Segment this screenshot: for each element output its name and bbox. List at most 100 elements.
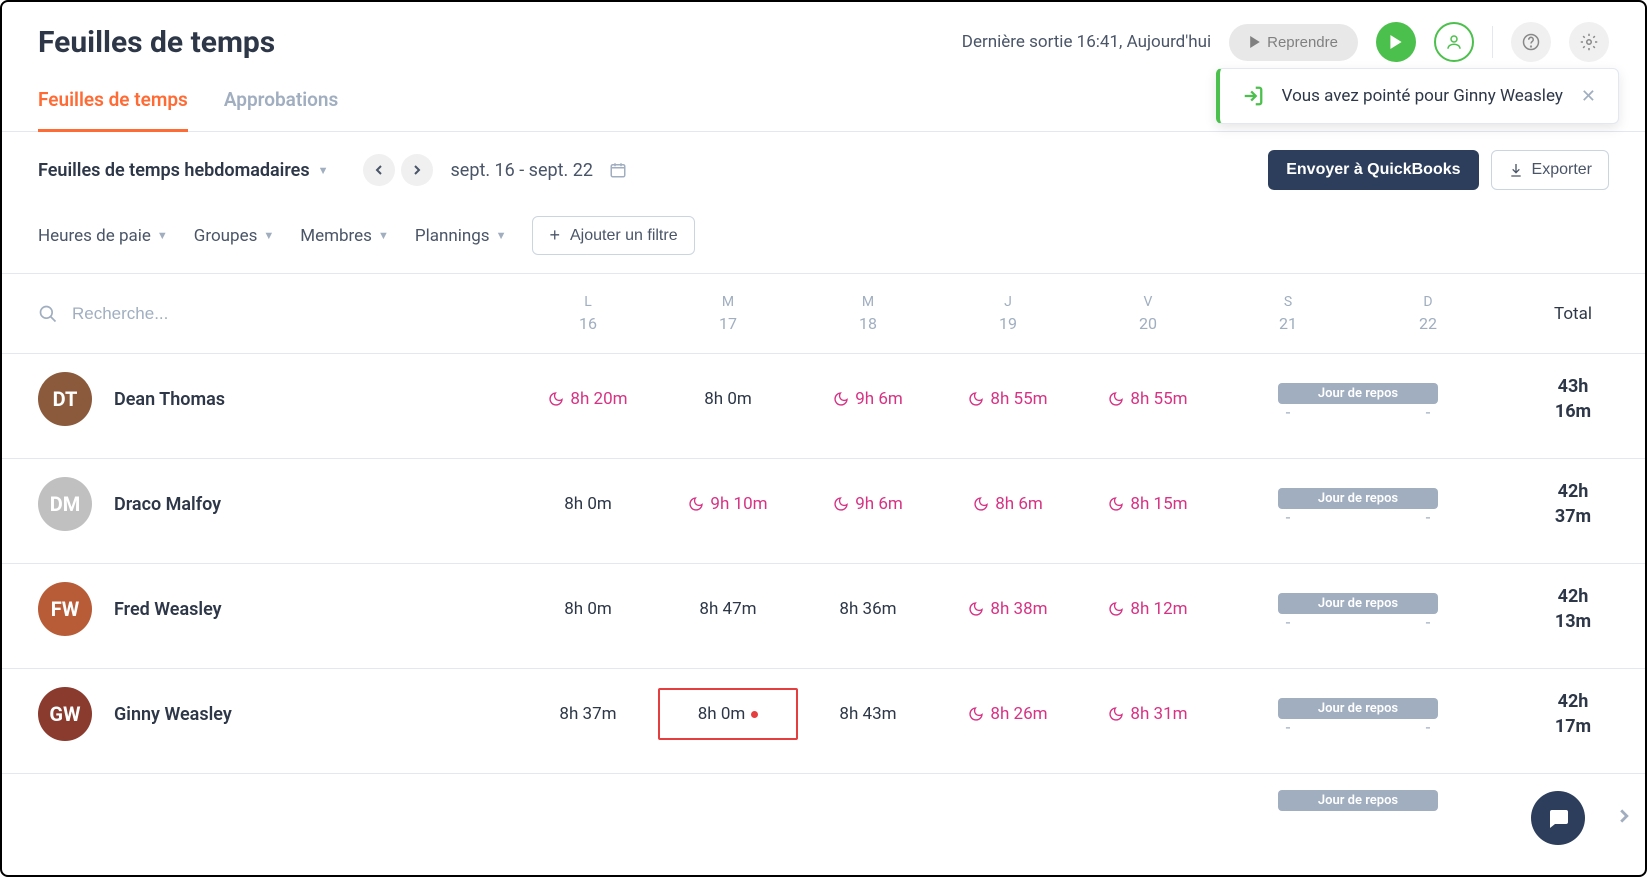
rest-dash: -	[1286, 718, 1291, 738]
resume-button[interactable]: Reprendre	[1229, 24, 1358, 61]
time-cell[interactable]: 8h 55m	[938, 389, 1078, 409]
play-icon	[1249, 36, 1261, 48]
filter-pay-hours[interactable]: Heures de paie▼	[38, 226, 168, 246]
time-cell[interactable]: 8h 36m	[798, 599, 938, 619]
filter-plannings[interactable]: Plannings▼	[415, 226, 507, 246]
toolbar: Feuilles de temps hebdomadaires ▼ sept. …	[2, 132, 1645, 190]
time-cell[interactable]: 8h 31m	[1078, 704, 1218, 724]
avatar: DM	[38, 477, 92, 531]
resume-label: Reprendre	[1267, 34, 1338, 51]
time-cell[interactable]: 8h 43m	[798, 704, 938, 724]
search-input[interactable]	[72, 304, 293, 324]
toast-close-button[interactable]: ✕	[1581, 86, 1596, 107]
time-cell[interactable]: 8h 26m	[938, 704, 1078, 724]
day-column-header: L16	[518, 294, 658, 333]
table-row[interactable]: Jour de repos	[2, 774, 1645, 782]
day-abbr: J	[938, 294, 1078, 310]
help-icon	[1522, 33, 1540, 51]
day-number: 17	[658, 314, 798, 333]
rest-dash: -	[1426, 718, 1431, 738]
day-column-header: M17	[658, 294, 798, 333]
time-cell[interactable]: 8h 20m	[518, 389, 658, 409]
total-cell: 43h16m	[1498, 374, 1645, 424]
divider	[1492, 26, 1493, 58]
chevron-down-icon: ▼	[378, 229, 389, 242]
table-header: L16M17M18J19V20S21D22 Total	[2, 274, 1645, 354]
rest-dash: -	[1286, 508, 1291, 528]
member-cell: FW Fred Weasley	[38, 582, 518, 636]
search-icon	[38, 304, 58, 324]
day-number: 19	[938, 314, 1078, 333]
day-column-header: J 19	[938, 294, 1078, 333]
time-cell[interactable]: 8h 38m	[938, 599, 1078, 619]
time-cell[interactable]: 9h 6m	[798, 494, 938, 514]
dot-indicator	[751, 711, 758, 718]
avatar: DT	[38, 372, 92, 426]
moon-icon	[968, 601, 984, 617]
table-row[interactable]: GW Ginny Weasley 8h 37m8h 0m8h 43m8h 26m…	[2, 669, 1645, 774]
date-range[interactable]: sept. 16 - sept. 22	[451, 160, 627, 181]
chevron-down-icon: ▼	[318, 164, 329, 177]
moon-icon	[833, 391, 849, 407]
clock-in-button[interactable]	[1376, 22, 1416, 62]
view-dropdown-label: Feuilles de temps hebdomadaires	[38, 160, 310, 181]
time-cell[interactable]: 8h 12m	[1078, 599, 1218, 619]
time-cell[interactable]: 8h 55m	[1078, 389, 1218, 409]
rest-badge: Jour de repos	[1278, 593, 1438, 614]
toast-notification: Vous avez pointé pour Ginny Weasley ✕	[1216, 68, 1619, 124]
filter-groups[interactable]: Groupes▼	[194, 226, 274, 246]
settings-button[interactable]	[1569, 22, 1609, 62]
send-quickbooks-button[interactable]: Envoyer à QuickBooks	[1268, 150, 1478, 190]
chevron-left-icon	[374, 165, 384, 175]
timesheet-table: L16M17M18J19V20S21D22 Total DT Dean Thom…	[2, 273, 1645, 875]
day-number: 18	[798, 314, 938, 333]
export-button[interactable]: Exporter	[1491, 150, 1609, 190]
help-button[interactable]	[1511, 22, 1551, 62]
time-cell[interactable]: 8h 37m	[518, 704, 658, 724]
download-icon	[1508, 162, 1524, 178]
time-cell[interactable]: 8h 0m	[518, 494, 658, 514]
view-dropdown[interactable]: Feuilles de temps hebdomadaires ▼	[38, 160, 329, 181]
tab-approvals[interactable]: Approbations	[224, 88, 339, 132]
total-header: Total	[1498, 304, 1645, 324]
rest-dash: -	[1426, 613, 1431, 633]
user-switch-button[interactable]	[1434, 22, 1474, 62]
day-column-header: D22	[1358, 294, 1498, 333]
moon-icon	[968, 391, 984, 407]
total-cell: 42h17m	[1498, 689, 1645, 739]
toast-text: Vous avez pointé pour Ginny Weasley	[1282, 86, 1563, 106]
rest-dash: -	[1286, 403, 1291, 423]
moon-icon	[1108, 706, 1124, 722]
next-week-button[interactable]	[401, 154, 433, 186]
day-number: 22	[1358, 314, 1498, 333]
avatar: FW	[38, 582, 92, 636]
chevron-down-icon: ▼	[157, 229, 168, 242]
add-filter-label: Ajouter un filtre	[570, 227, 678, 245]
chevron-right-icon	[412, 165, 422, 175]
table-row[interactable]: FW Fred Weasley 8h 0m8h 47m8h 36m8h 38m8…	[2, 564, 1645, 669]
day-number: 20	[1078, 314, 1218, 333]
chat-button[interactable]	[1531, 791, 1585, 845]
rest-dash: -	[1286, 613, 1291, 633]
member-name: Ginny Weasley	[114, 704, 232, 725]
time-cell[interactable]: 8h 15m	[1078, 494, 1218, 514]
scroll-right-button[interactable]	[1617, 808, 1631, 827]
add-filter-button[interactable]: + Ajouter un filtre	[532, 216, 694, 255]
play-icon	[1389, 35, 1403, 49]
rest-badge: Jour de repos	[1278, 790, 1438, 811]
tab-timesheets[interactable]: Feuilles de temps	[38, 88, 188, 132]
filter-members[interactable]: Membres▼	[300, 226, 389, 246]
time-cell[interactable]: 8h 6m	[938, 494, 1078, 514]
time-cell[interactable]: 8h 0m	[658, 389, 798, 409]
time-cell[interactable]: 9h 6m	[798, 389, 938, 409]
gear-icon	[1580, 33, 1598, 51]
time-cell[interactable]: 8h 47m	[658, 599, 798, 619]
table-row[interactable]: DM Draco Malfoy 8h 0m9h 10m9h 6m8h 6m8h …	[2, 459, 1645, 564]
last-out-label: Dernière sortie 16:41, Aujourd'hui	[962, 32, 1211, 52]
time-cell[interactable]: 8h 0m	[518, 599, 658, 619]
time-cell[interactable]: 9h 10m	[658, 494, 798, 514]
day-column-header: M18	[798, 294, 938, 333]
table-row[interactable]: DT Dean Thomas 8h 20m8h 0m9h 6m8h 55m8h …	[2, 354, 1645, 459]
time-cell[interactable]: 8h 0m	[658, 688, 798, 740]
prev-week-button[interactable]	[363, 154, 395, 186]
